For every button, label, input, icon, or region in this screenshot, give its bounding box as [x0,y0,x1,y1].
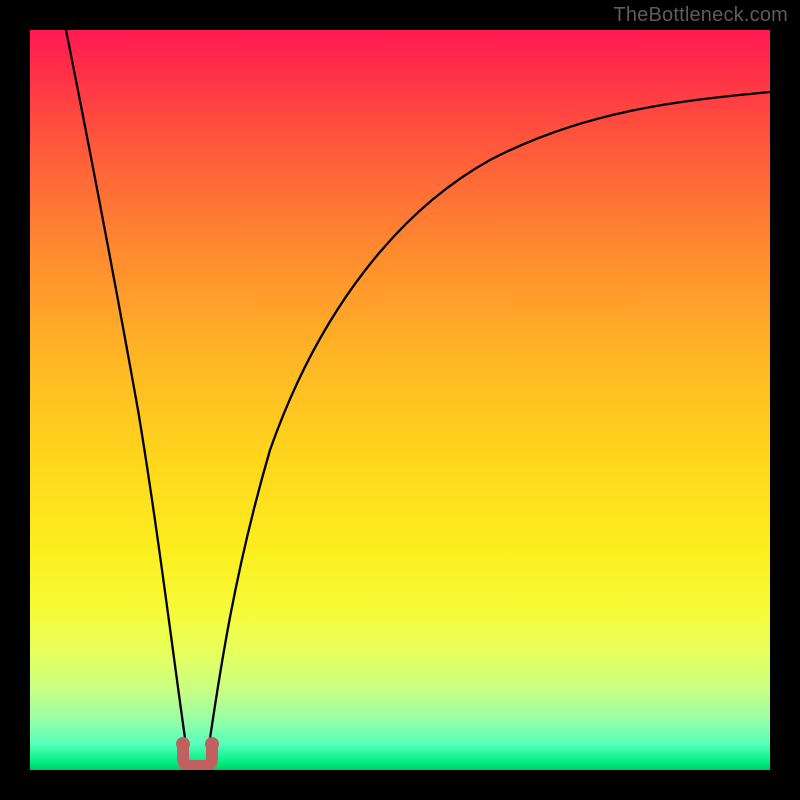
plot-area [30,30,770,770]
chart-svg [30,30,770,770]
curve-left-descent [66,30,187,752]
optimal-zone-dot-right [205,737,219,751]
chart-frame: TheBottleneck.com [0,0,800,800]
curve-right-ascent [208,92,770,752]
watermark-text: TheBottleneck.com [613,4,788,27]
optimal-zone-dot-left [176,737,190,751]
